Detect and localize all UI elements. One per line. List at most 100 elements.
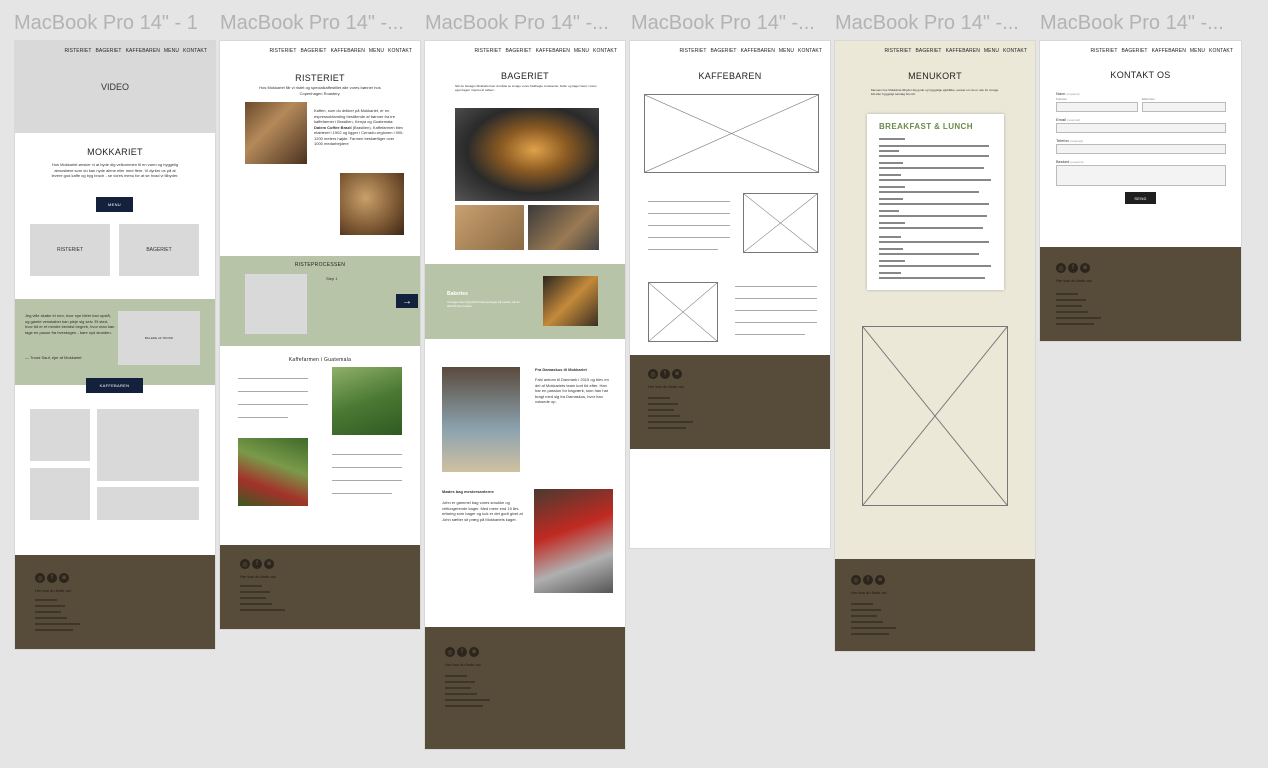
menu-line <box>879 272 901 274</box>
menu-line <box>879 174 901 176</box>
nav-kaffebaren[interactable]: KAFFEBAREN <box>946 48 980 54</box>
text-line <box>238 391 308 392</box>
frame-title-6[interactable]: MacBook Pro 14" -... <box>1040 12 1224 35</box>
nav-bageriet[interactable]: BAGERIET <box>505 48 531 54</box>
frame-title-3[interactable]: MacBook Pro 14" -... <box>425 12 609 35</box>
nav-bageriet[interactable]: BAGERIET <box>95 48 121 54</box>
facebook-icon[interactable]: f <box>457 647 467 657</box>
nav-kontakt[interactable]: KONTAKT <box>798 48 822 54</box>
page-title: MENUKORT <box>908 71 962 81</box>
nav-menu[interactable]: MENU <box>164 48 179 54</box>
nav-bageriet[interactable]: BAGERIET <box>1121 48 1147 54</box>
nav-kontakt[interactable]: KONTAKT <box>183 48 207 54</box>
nav-bar: RISTERIET BAGERIET KAFFEBAREN MENU KONTAKT <box>265 48 412 54</box>
email-input[interactable] <box>1056 123 1226 133</box>
menu-button[interactable]: MENU <box>96 197 133 212</box>
footer-heading: Her kan du finde os! <box>851 590 887 595</box>
card-risteriet[interactable]: RISTERIET <box>30 224 110 276</box>
nav-menu[interactable]: MENU <box>369 48 384 54</box>
video-placeholder[interactable]: VIDEO <box>15 41 215 133</box>
facebook-icon[interactable]: f <box>252 559 262 569</box>
nav-kontakt[interactable]: KONTAKT <box>1209 48 1233 54</box>
menu-line <box>879 277 985 279</box>
frame-mokkariet[interactable]: VIDEO RISTERIET BAGERIET KAFFEBAREN MENU KON… <box>15 41 215 649</box>
nav-bageriet[interactable]: BAGERIET <box>710 48 736 54</box>
body-text-1: Kaffen, som du drikker på Mokkariet, er … <box>314 108 395 124</box>
nav-risteriet[interactable]: RISTERIET <box>679 48 706 54</box>
nav-kaffebaren[interactable]: KAFFEBAREN <box>536 48 570 54</box>
text-line <box>648 249 718 250</box>
nav-menu[interactable]: MENU <box>1190 48 1205 54</box>
nav-risteriet[interactable]: RISTERIET <box>1090 48 1117 54</box>
frame-title-2[interactable]: MacBook Pro 14" -... <box>220 12 404 35</box>
send-button[interactable]: SEND <box>1125 192 1156 204</box>
image-placeholder-large <box>862 326 1008 506</box>
tripadvisor-icon[interactable]: ◎ <box>35 573 45 583</box>
footer: ◎ f ◙ Her kan du finde os! <box>15 555 215 649</box>
instagram-icon[interactable]: ◙ <box>264 559 274 569</box>
footer-line <box>445 705 483 707</box>
facebook-icon[interactable]: f <box>863 575 873 585</box>
image-placeholder-right <box>743 193 818 253</box>
nav-bageriet[interactable]: BAGERIET <box>300 48 326 54</box>
nav-kaffebaren[interactable]: KAFFEBAREN <box>126 48 160 54</box>
menu-line <box>879 150 899 152</box>
card-bageriet[interactable]: BAGERIET <box>119 224 199 276</box>
tripadvisor-icon[interactable]: ◎ <box>648 369 658 379</box>
baker-mixer-photo <box>534 489 613 593</box>
footer-line <box>445 687 471 689</box>
frame-title-4[interactable]: MacBook Pro 14" -... <box>631 12 815 35</box>
kaffebaren-button[interactable]: KAFFEBAREN <box>86 378 143 393</box>
frame-kontakt[interactable]: RISTERIET BAGERIET KAFFEBAREN MENU KONTAKT K… <box>1040 41 1241 341</box>
phone-input[interactable] <box>1056 144 1226 154</box>
footer-line <box>35 629 73 631</box>
firstname-input[interactable] <box>1056 102 1138 112</box>
frame-menukort[interactable]: RISTERIET BAGERIET KAFFEBAREN MENU KONTAKT M… <box>835 41 1035 651</box>
facebook-icon[interactable]: f <box>660 369 670 379</box>
nav-menu[interactable]: MENU <box>984 48 999 54</box>
tripadvisor-icon[interactable]: ◎ <box>851 575 861 585</box>
footer-line <box>1056 299 1086 301</box>
instagram-icon[interactable]: ◙ <box>59 573 69 583</box>
menu-line <box>879 162 903 164</box>
facebook-icon[interactable]: f <box>47 573 57 583</box>
instagram-icon[interactable]: ◙ <box>875 575 885 585</box>
nav-kontakt[interactable]: KONTAKT <box>388 48 412 54</box>
nav-risteriet[interactable]: RISTERIET <box>269 48 296 54</box>
message-label: Besked (required) <box>1056 159 1083 164</box>
next-step-button[interactable]: → <box>396 294 418 308</box>
nav-kaffebaren[interactable]: KAFFEBAREN <box>331 48 365 54</box>
nav-kaffebaren[interactable]: KAFFEBAREN <box>741 48 775 54</box>
footer-line <box>445 681 475 683</box>
process-image-placeholder <box>245 274 307 334</box>
instagram-icon[interactable]: ◙ <box>1080 263 1090 273</box>
tripadvisor-icon[interactable]: ◎ <box>445 647 455 657</box>
facebook-icon[interactable]: f <box>1068 263 1078 273</box>
instagram-icon[interactable]: ◙ <box>469 647 479 657</box>
nav-kontakt[interactable]: KONTAKT <box>593 48 617 54</box>
frame-title-1[interactable]: MacBook Pro 14" - 1 <box>14 12 198 35</box>
frame-risteriet[interactable]: RISTERIET BAGERIET KAFFEBAREN MENU KONTAKT R… <box>220 41 420 629</box>
frame-kaffebaren[interactable]: RISTERIET BAGERIET KAFFEBAREN MENU KONTAKT K… <box>630 41 830 548</box>
process-title: RISTEPROCESSEN <box>294 262 346 268</box>
pastries-photo <box>543 276 598 326</box>
footer: ◎ f ◙ Her kan du finde os! <box>1040 247 1241 341</box>
nav-kontakt[interactable]: KONTAKT <box>1003 48 1027 54</box>
lastname-input[interactable] <box>1142 102 1226 112</box>
tripadvisor-icon[interactable]: ◎ <box>1056 263 1066 273</box>
nav-kaffebaren[interactable]: KAFFEBAREN <box>1152 48 1186 54</box>
nav-menu[interactable]: MENU <box>779 48 794 54</box>
nav-bageriet[interactable]: BAGERIET <box>915 48 941 54</box>
frame-bageriet[interactable]: RISTERIET BAGERIET KAFFEBAREN MENU KONTAKT B… <box>425 41 625 749</box>
frame-title-5[interactable]: MacBook Pro 14" -... <box>835 12 1019 35</box>
instagram-icon[interactable]: ◙ <box>672 369 682 379</box>
footer-line <box>35 617 67 619</box>
tripadvisor-icon[interactable]: ◎ <box>240 559 250 569</box>
menu-card[interactable]: BREAKFAST & LUNCH <box>867 114 1004 290</box>
footer-line <box>445 699 490 701</box>
nav-menu[interactable]: MENU <box>574 48 589 54</box>
nav-risteriet[interactable]: RISTERIET <box>884 48 911 54</box>
message-textarea[interactable] <box>1056 165 1226 186</box>
nav-risteriet[interactable]: RISTERIET <box>474 48 501 54</box>
nav-risteriet[interactable]: RISTERIET <box>64 48 91 54</box>
